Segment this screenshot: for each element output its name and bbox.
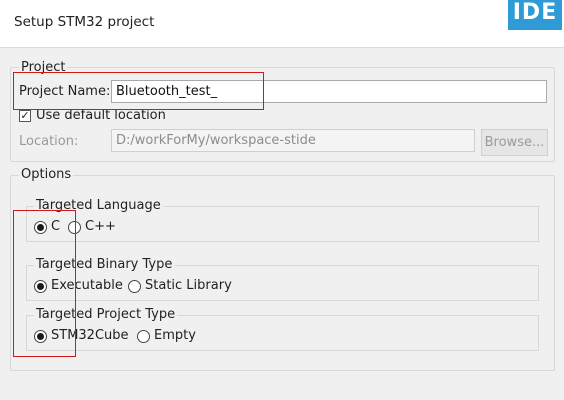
binary-static-library-radio[interactable]: [128, 280, 141, 293]
use-default-location-checkbox[interactable]: ✓: [19, 110, 31, 122]
project-type-empty-radio[interactable]: [137, 330, 150, 343]
project-type-empty-label: Empty: [154, 328, 196, 343]
options-group-label: Options: [19, 167, 74, 182]
location-value: D:/workForMy/workspace-stide: [116, 133, 316, 148]
location-input[interactable]: D:/workForMy/workspace-stide: [111, 129, 475, 152]
highlight-radio-column: [13, 210, 76, 357]
ide-logo: IDE: [508, 0, 562, 30]
dialog-title: Setup STM32 project: [14, 14, 155, 30]
dialog-header: Setup STM32 project IDE: [0, 0, 564, 48]
browse-button[interactable]: Browse...: [481, 129, 548, 156]
language-cpp-label: C++: [85, 219, 116, 234]
use-default-location-label: Use default location: [36, 108, 166, 123]
location-label: Location:: [19, 134, 79, 149]
highlight-project-name: [13, 72, 264, 110]
binary-static-library-label: Static Library: [145, 278, 232, 293]
